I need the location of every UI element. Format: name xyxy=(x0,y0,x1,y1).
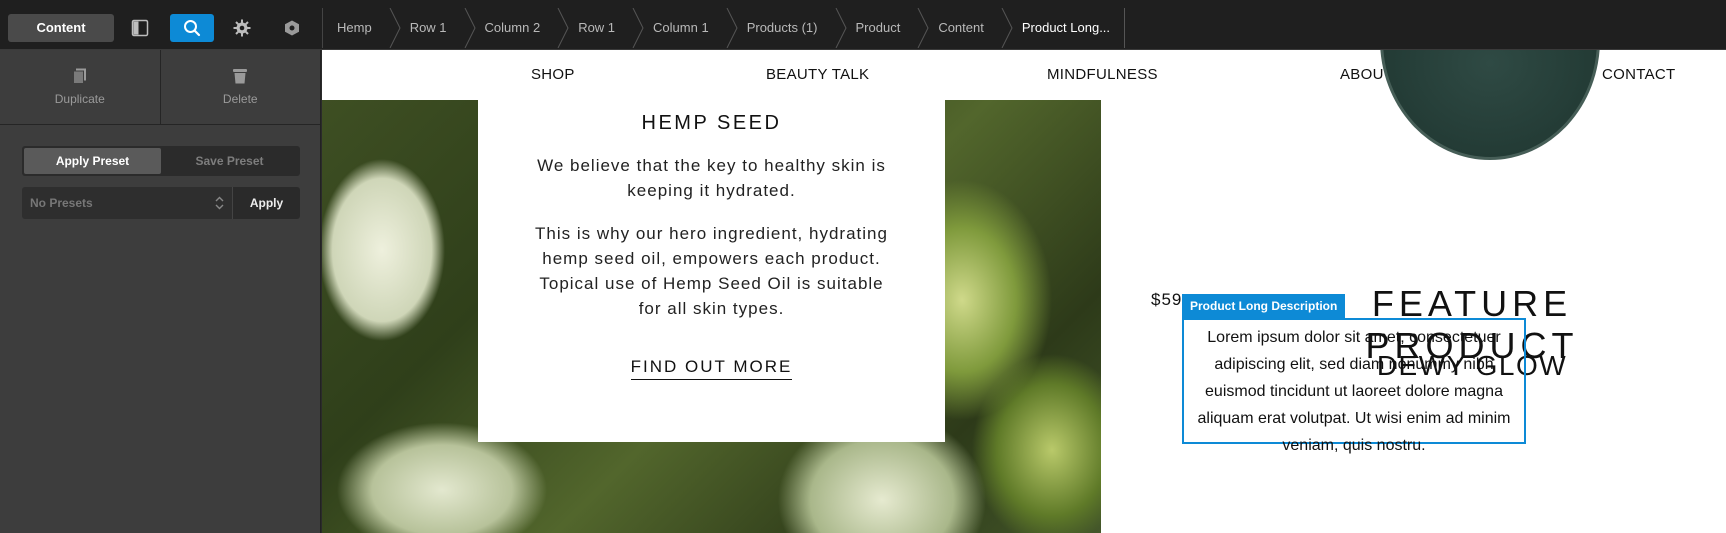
preset-select-value: No Presets xyxy=(30,196,93,210)
breadcrumb-item-column[interactable]: Column 2 xyxy=(471,8,569,48)
trash-icon xyxy=(233,69,248,84)
nav-beauty-talk[interactable]: BEAUTY TALK xyxy=(766,66,869,83)
duplicate-icon xyxy=(72,68,86,84)
element-actions: Duplicate Delete xyxy=(0,50,320,125)
layout-panel-icon[interactable] xyxy=(126,14,154,42)
breadcrumb-item-hemp[interactable]: Hemp xyxy=(323,8,401,48)
preset-row: No Presets Apply xyxy=(22,187,300,219)
breadcrumb-item-products[interactable]: Products (1) xyxy=(733,8,847,48)
content-tab-button[interactable]: Content xyxy=(8,14,114,42)
cube-icon[interactable] xyxy=(278,14,306,42)
preset-mode-toggle: Apply Preset Save Preset xyxy=(22,146,300,176)
breadcrumb-item-content[interactable]: Content xyxy=(924,8,1013,48)
hemp-paragraph-2: This is why our hero ingredient, hydrati… xyxy=(535,224,888,318)
hemp-paragraph-1: We believe that the key to healthy skin … xyxy=(537,156,886,200)
page-canvas: SHOP BEAUTY TALK MINDFULNESS ABOUT CONTA… xyxy=(322,50,1726,533)
breadcrumb: Hemp Row 1 Column 2 Row 1 Column 1 Produ… xyxy=(322,8,1126,48)
nav-mindfulness[interactable]: MINDFULNESS xyxy=(1047,66,1158,83)
product-long-description[interactable]: Lorem ipsum dolor sit amet, consectetuer… xyxy=(1182,318,1526,454)
duplicate-label: Duplicate xyxy=(54,92,105,106)
delete-button[interactable]: Delete xyxy=(161,50,321,124)
breadcrumb-item-row[interactable]: Row 1 xyxy=(564,8,644,48)
breadcrumb-item-row[interactable]: Row 1 xyxy=(396,8,476,48)
inspector-sidebar: Duplicate Delete Apply Preset Save Prese… xyxy=(0,50,321,533)
save-preset-tab[interactable]: Save Preset xyxy=(161,148,298,174)
delete-label: Delete xyxy=(222,92,258,106)
apply-preset-button[interactable]: Apply xyxy=(232,187,300,219)
hemp-title: HEMP SEED xyxy=(641,112,782,134)
duplicate-button[interactable]: Duplicate xyxy=(0,50,161,124)
product-jar-image xyxy=(1380,50,1600,160)
breadcrumb-item-column[interactable]: Column 1 xyxy=(639,8,738,48)
preset-select[interactable]: No Presets xyxy=(22,187,232,219)
breadcrumb-item-current[interactable]: Product Long... xyxy=(1008,8,1126,48)
top-toolbar: Content Hemp Row 1 Column 2 Row 1 Column… xyxy=(0,0,1726,50)
nav-shop[interactable]: SHOP xyxy=(531,66,575,83)
breadcrumb-item-product[interactable]: Product xyxy=(842,8,929,48)
builder-app: Content Hemp Row 1 Column 2 Row 1 Column… xyxy=(0,0,1726,533)
hemp-info-card: HEMP SEED We believe that the key to hea… xyxy=(478,100,945,442)
find-out-more-link[interactable]: FIND OUT MORE xyxy=(630,357,793,380)
apply-preset-tab[interactable]: Apply Preset xyxy=(24,148,161,174)
select-arrows-icon xyxy=(215,196,224,210)
gear-icon[interactable] xyxy=(228,14,256,42)
selected-element-label: Product Long Description xyxy=(1182,294,1346,318)
search-icon[interactable] xyxy=(170,14,214,42)
product-price: $59 xyxy=(1151,290,1183,309)
nav-contact[interactable]: CONTACT xyxy=(1602,66,1675,83)
feature-product-section: FEATURE PRODUCT DEWY GLOW xyxy=(1302,50,1726,533)
